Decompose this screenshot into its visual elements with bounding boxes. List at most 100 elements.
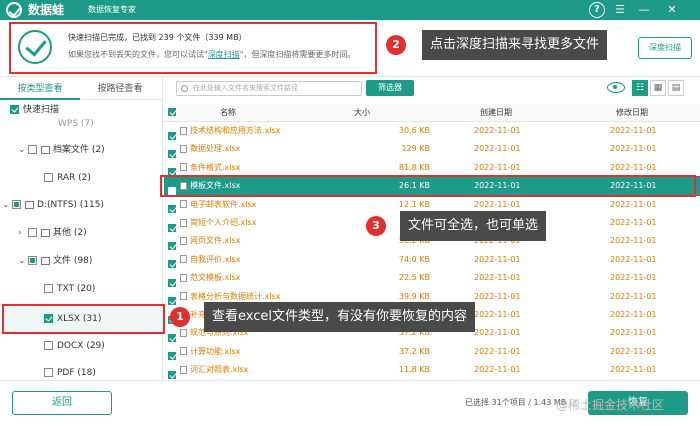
table-row[interactable]: 自我评价.xlsx 74.0 KB 2022-11-01 2022-11-01 xyxy=(164,251,700,269)
file-name-text: 表格分析与数据统计.xlsx xyxy=(190,291,281,301)
tree-item-label: DOCX (29) xyxy=(57,341,105,351)
documents-checkbox[interactable] xyxy=(28,256,37,265)
docx-checkbox[interactable] xyxy=(44,341,53,350)
help-icon[interactable]: ? xyxy=(589,2,605,18)
menu-icon[interactable]: ☰ xyxy=(612,2,628,18)
annotation-number-1: 1 xyxy=(170,307,190,327)
table-row[interactable]: 词汇对照表.xlsx 11.8 KB 2022-11-01 2022-11-01 xyxy=(164,361,700,379)
xlsx-file-icon xyxy=(180,218,187,227)
row-checkbox[interactable] xyxy=(168,297,176,306)
grid-view-icon[interactable]: ▦ xyxy=(650,80,666,96)
other-checkbox[interactable] xyxy=(28,228,37,237)
file-name-text: 条件格式.xlsx xyxy=(190,162,241,172)
chevron-right-icon[interactable]: › xyxy=(18,223,28,243)
title-bar: 数据蛙 数据恢复专家 ? ☰ — ✕ xyxy=(0,0,700,20)
back-button[interactable]: 返回 xyxy=(12,391,112,415)
quick-scan-checkbox[interactable] xyxy=(10,105,19,114)
txt-checkbox[interactable] xyxy=(44,284,53,293)
row-checkbox[interactable] xyxy=(168,260,176,269)
file-modified: 2022-11-01 xyxy=(610,218,657,227)
row-checkbox[interactable] xyxy=(168,278,176,287)
row-checkbox[interactable] xyxy=(168,149,176,158)
row-checkbox[interactable] xyxy=(168,131,176,140)
watermark: @稀土掘金技术社区 xyxy=(556,398,665,412)
file-size: 30.6 KB xyxy=(398,126,430,135)
xlsx-file-icon xyxy=(180,328,187,337)
file-name-text: 计算功能.xlsx xyxy=(190,346,241,356)
chevron-down-icon[interactable]: ⌄ xyxy=(18,140,28,160)
file-modified: 2022-11-01 xyxy=(610,291,657,301)
table-row[interactable]: 范文模板.xlsx 22.5 KB 2022-11-01 2022-11-01 xyxy=(164,269,700,287)
file-name-text: 简短个人介绍.xlsx xyxy=(190,218,257,227)
tree-item-other[interactable]: › 其他 (2) xyxy=(18,223,87,243)
app-name: 数据蛙 xyxy=(28,3,65,17)
file-modified: 2022-11-01 xyxy=(610,310,657,319)
minimize-icon[interactable]: — xyxy=(636,2,652,18)
file-name: 计算功能.xlsx xyxy=(180,343,240,361)
annotation-box-status xyxy=(9,22,377,74)
chevron-down-icon[interactable]: ⌄ xyxy=(2,195,12,215)
file-created: 2022-11-01 xyxy=(474,346,521,356)
tree-header-quick-scan[interactable]: 快速扫描 xyxy=(10,100,59,120)
file-created: 2022-11-01 xyxy=(474,144,521,154)
search-icon xyxy=(181,85,188,92)
chevron-down-icon[interactable]: ⌄ xyxy=(18,251,28,271)
file-name: 技术结构和应用方法.xlsx xyxy=(180,122,280,140)
tree-item-documents[interactable]: ⌄ 文件 (98) xyxy=(18,251,92,271)
col-size[interactable]: 大小 xyxy=(354,104,370,122)
annotation-callout-3: 文件可全选，也可单选 xyxy=(400,211,547,241)
search-input[interactable]: 在此处输入文件名来搜索文件路径 xyxy=(176,81,362,96)
col-name[interactable]: 名称 xyxy=(220,104,236,122)
col-modified[interactable]: 修改日期 xyxy=(616,104,648,122)
table-row[interactable]: 数据处理.xlsx 129 KB 2022-11-01 2022-11-01 xyxy=(164,140,700,158)
tree-item-txt[interactable]: TXT (20) xyxy=(44,279,95,299)
file-name-text: 词汇对照表.xlsx xyxy=(190,365,249,375)
file-created: 2022-11-01 xyxy=(474,273,521,283)
file-modified: 2022-11-01 xyxy=(610,236,657,246)
select-all-checkbox[interactable] xyxy=(168,108,176,116)
file-size: 11.8 KB xyxy=(398,365,430,375)
xlsx-file-icon xyxy=(180,292,187,301)
preview-eye-icon[interactable] xyxy=(607,82,625,93)
file-modified: 2022-11-01 xyxy=(610,328,657,338)
folder-icon xyxy=(41,145,50,154)
deep-scan-button[interactable]: 深度扫描 xyxy=(638,37,692,59)
tab-by-type[interactable]: 按类型查看 xyxy=(0,78,80,100)
file-size: 129 KB xyxy=(401,144,430,154)
pdf-checkbox[interactable] xyxy=(44,368,53,377)
file-created: 2022-11-01 xyxy=(474,291,521,301)
row-checkbox[interactable] xyxy=(168,241,176,250)
file-created: 2022-11-01 xyxy=(474,365,521,375)
list-view-icon[interactable]: ☷ xyxy=(632,80,648,96)
tree-item-wps[interactable]: WPS (7) xyxy=(58,114,94,134)
row-checkbox[interactable] xyxy=(168,223,176,232)
row-checkbox[interactable] xyxy=(168,205,176,214)
file-name-text: 数据处理.xlsx xyxy=(190,144,241,154)
row-checkbox[interactable] xyxy=(168,370,176,379)
drive-d-checkbox[interactable] xyxy=(12,200,21,209)
archive-checkbox[interactable] xyxy=(28,145,37,154)
close-icon[interactable]: ✕ xyxy=(664,2,680,18)
row-checkbox[interactable] xyxy=(168,352,176,361)
table-row[interactable]: 技术结构和应用方法.xlsx 30.6 KB 2022-11-01 2022-11-0… xyxy=(164,122,700,140)
file-size: 22.5 KB xyxy=(398,273,430,283)
xlsx-file-icon xyxy=(180,236,187,245)
tree-item-docx[interactable]: DOCX (29) xyxy=(44,336,105,356)
rar-checkbox[interactable] xyxy=(44,173,53,182)
row-checkbox[interactable] xyxy=(168,333,176,342)
tab-by-path[interactable]: 按路径查看 xyxy=(80,78,160,100)
filter-button[interactable]: 筛选器 xyxy=(366,80,414,96)
tree-item-pdf[interactable]: PDF (18) xyxy=(44,363,96,380)
file-name: 电子邮表软件.xlsx xyxy=(180,196,256,214)
tree-item-drive-d[interactable]: ⌄ D:(NTFS) (115) xyxy=(2,195,104,215)
file-size: 37.2 KB xyxy=(398,346,430,356)
xlsx-file-icon xyxy=(180,273,187,282)
xlsx-file-icon xyxy=(180,144,187,153)
col-created[interactable]: 创建日期 xyxy=(480,104,512,122)
table-row[interactable]: 计算功能.xlsx 37.2 KB 2022-11-01 2022-11-01 xyxy=(164,343,700,361)
detail-view-icon[interactable]: ▤ xyxy=(668,80,684,96)
annotation-number-3: 3 xyxy=(366,216,386,236)
tree-item-archive[interactable]: ⌄ 档案文件 (2) xyxy=(18,140,105,160)
file-name-text: 技术结构和应用方法.xlsx xyxy=(190,126,281,135)
tree-item-rar[interactable]: RAR (2) xyxy=(44,168,91,188)
